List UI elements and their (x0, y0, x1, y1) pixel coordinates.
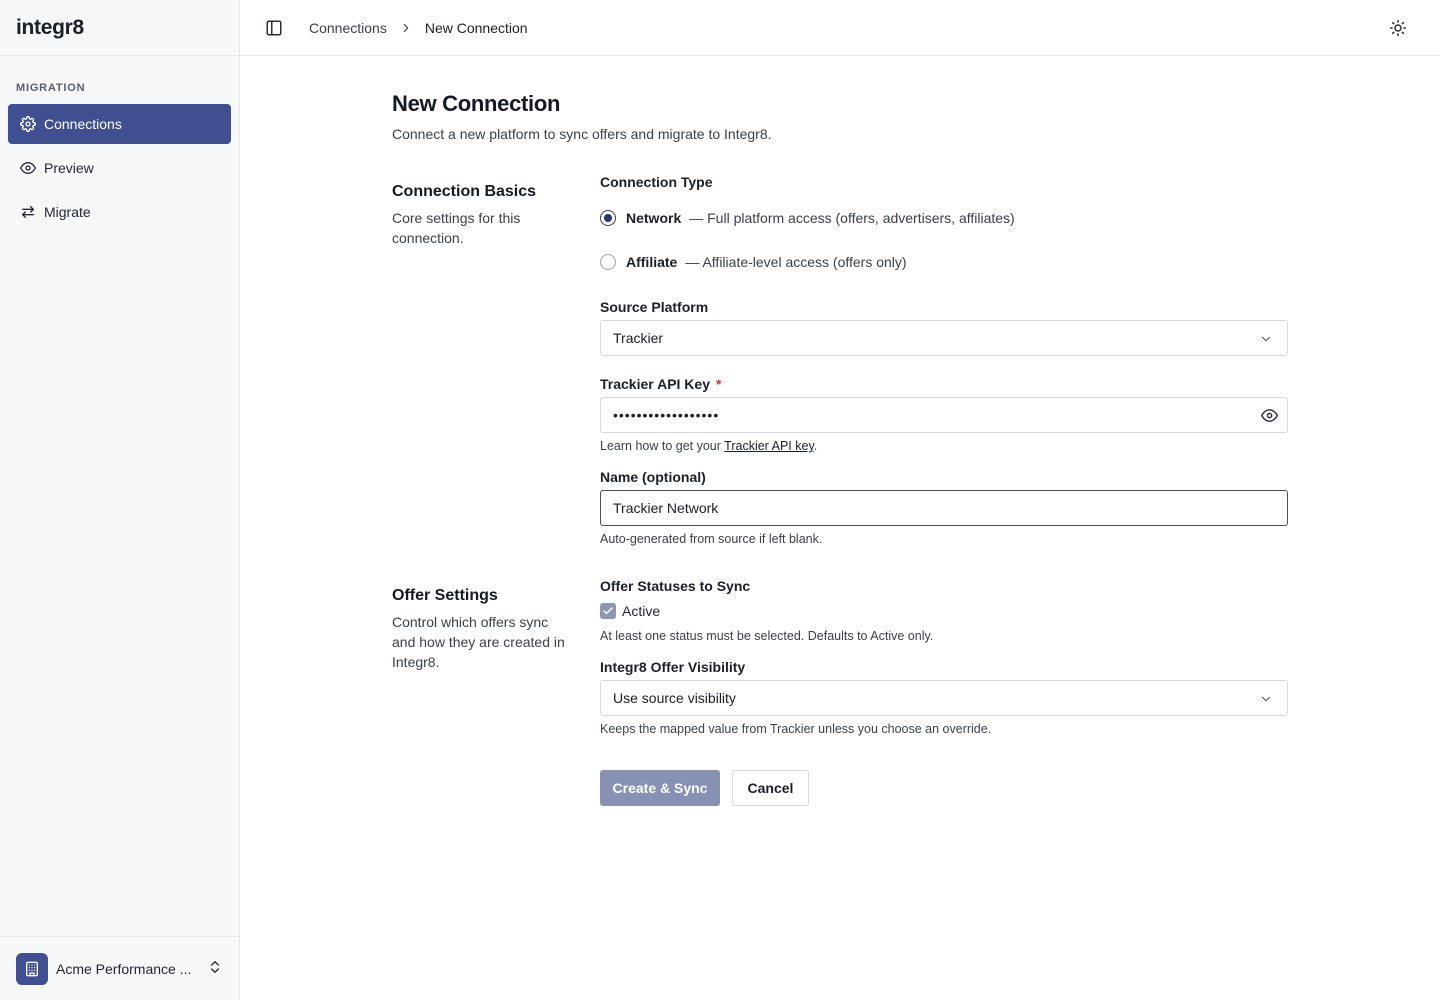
visibility-label: Integr8 Offer Visibility (600, 659, 746, 675)
name-help: Auto-generated from source if left blank… (600, 532, 823, 546)
radio-network[interactable]: Network — Full platform access (offers, … (600, 210, 1015, 226)
sidebar-item-label: Preview (44, 160, 94, 176)
eye-icon (20, 160, 36, 176)
gear-icon (20, 116, 36, 132)
connection-type-label: Connection Type (600, 174, 713, 190)
sidebar-section-label: MIGRATION (16, 82, 86, 94)
sidebar-item-label: Connections (44, 116, 122, 132)
name-label: Name (optional) (600, 469, 706, 485)
visibility-select[interactable]: Use source visibility (600, 680, 1288, 716)
brand-logo[interactable]: integr8 (0, 0, 239, 56)
help-text-suffix: . (813, 439, 818, 453)
sidebar-item-preview[interactable]: Preview (8, 148, 231, 188)
sidebar-toggle-icon[interactable] (265, 19, 283, 37)
sidebar-item-label: Migrate (44, 204, 91, 220)
section-desc-basics: Core settings for this connection. (392, 210, 521, 246)
building-icon (16, 952, 48, 985)
breadcrumb-current: New Connection (424, 20, 528, 36)
chevron-down-icon (1259, 332, 1273, 349)
radio-affiliate[interactable]: Affiliate — Affiliate-level access (offe… (600, 254, 907, 270)
help-text: Learn how to get your (600, 439, 725, 453)
api-key-input[interactable]: •••••••••••••••••• (600, 397, 1288, 433)
cancel-button[interactable]: Cancel (732, 770, 809, 806)
api-key-help-link[interactable]: Trackier API key (724, 439, 814, 453)
breadcrumb: Connections New Connection (309, 0, 528, 56)
required-marker: * (716, 376, 722, 392)
radio-button-checked[interactable] (600, 210, 616, 226)
radio-label: Affiliate (626, 254, 678, 270)
section-title-offer-settings: Offer Settings (392, 587, 498, 604)
source-platform-label: Source Platform (600, 299, 709, 315)
chevrons-up-down-icon (207, 959, 223, 978)
name-input-value: Trackier Network (613, 500, 719, 516)
show-password-eye-icon[interactable] (1261, 407, 1278, 427)
sidebar-nav: Connections Preview Migrate (8, 104, 231, 236)
sidebar-item-migrate[interactable]: Migrate (8, 192, 231, 232)
arrows-swap-icon (20, 204, 36, 220)
chevron-down-icon (1259, 692, 1273, 709)
sidebar-item-connections[interactable]: Connections (8, 104, 231, 144)
offer-statuses-label: Offer Statuses to Sync (600, 578, 751, 594)
radio-label: Network (626, 210, 682, 226)
api-key-masked-value: •••••••••••••••••• (613, 407, 720, 423)
radio-description: — Full platform access (offers, advertis… (689, 210, 1015, 226)
checkbox-checked[interactable] (600, 603, 616, 619)
visibility-help: Keeps the mapped value from Trackier unl… (600, 722, 992, 736)
radio-description: — Affiliate-level access (offers only) (685, 254, 907, 270)
radio-button[interactable] (600, 254, 616, 270)
api-key-label: Trackier API Key * (600, 376, 721, 392)
account-name: Acme Performance ... (56, 960, 192, 977)
chevron-right-icon (399, 21, 413, 35)
breadcrumb-connections[interactable]: Connections (309, 20, 387, 36)
section-title-basics: Connection Basics (392, 183, 537, 200)
create-sync-button[interactable]: Create & Sync (600, 770, 720, 806)
statuses-help: At least one status must be selected. De… (600, 629, 934, 643)
select-value: Trackier (613, 330, 664, 346)
page-title: New Connection (392, 91, 561, 116)
page-subtitle: Connect a new platform to sync offers an… (392, 126, 772, 142)
sun-icon[interactable] (1389, 19, 1407, 37)
top-header: Connections New Connection (240, 0, 1440, 56)
source-platform-select[interactable]: Trackier (600, 320, 1288, 356)
select-value: Use source visibility (613, 690, 736, 706)
checkbox-active[interactable]: Active (600, 603, 660, 619)
sidebar: integr8 MIGRATION Connections Preview Mi… (0, 0, 240, 1000)
checkbox-label: Active (622, 603, 661, 619)
section-desc-offer-settings: Control which offers sync and how they a… (392, 614, 565, 670)
api-key-label-text: Trackier API Key (600, 376, 710, 392)
name-input[interactable]: Trackier Network (600, 490, 1288, 526)
account-switcher[interactable]: Acme Performance ... (0, 936, 239, 1000)
api-key-help: Learn how to get your Trackier API key. (600, 439, 817, 453)
